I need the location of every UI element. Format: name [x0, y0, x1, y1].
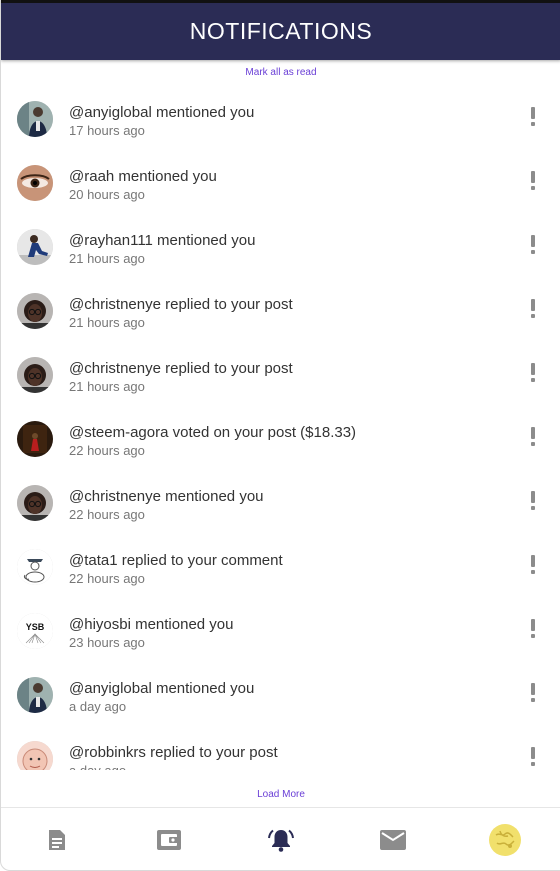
notification-time: 22 hours ago — [69, 571, 145, 586]
more-options-icon[interactable] — [525, 107, 541, 131]
notification-item[interactable]: @anyiglobal mentioned you a day ago — [1, 663, 560, 727]
more-options-icon[interactable] — [525, 747, 541, 770]
notification-time: 21 hours ago — [69, 315, 145, 330]
notification-time: 22 hours ago — [69, 507, 145, 522]
bottom-nav — [1, 807, 560, 870]
wallet-icon — [157, 829, 181, 850]
notification-time: a day ago — [69, 699, 127, 714]
more-options-icon[interactable] — [525, 619, 541, 643]
notification-text[interactable]: @robbinkrs replied to your post — [69, 744, 278, 761]
notification-time: 21 hours ago — [69, 379, 145, 394]
svg-text:YSB: YSB — [26, 622, 45, 632]
avatar[interactable] — [17, 741, 53, 770]
avatar[interactable] — [17, 101, 53, 137]
notification-time: 22 hours ago — [69, 443, 145, 458]
bell-ringing-icon — [268, 829, 294, 852]
avatar[interactable] — [17, 165, 53, 201]
avatar[interactable] — [17, 421, 53, 457]
notification-item[interactable]: @christnenye replied to your post 21 hou… — [1, 343, 560, 407]
avatar[interactable] — [17, 229, 53, 265]
nav-notifications-button[interactable] — [251, 815, 311, 865]
avatar[interactable] — [17, 357, 53, 393]
notification-text[interactable]: @tata1 replied to your comment — [69, 552, 283, 569]
notification-time: 21 hours ago — [69, 251, 145, 266]
notification-text[interactable]: @rayhan111 mentioned you — [69, 232, 255, 249]
avatar[interactable]: YSB — [17, 613, 53, 649]
notification-text[interactable]: @hiyosbi mentioned you — [69, 616, 234, 633]
profile-avatar-icon — [489, 823, 521, 856]
notification-item[interactable]: @tata1 replied to your comment 22 hours … — [1, 535, 560, 599]
load-more-link[interactable]: Load More — [1, 789, 560, 800]
notification-item[interactable]: @anyiglobal mentioned you 17 hours ago — [1, 87, 560, 151]
more-options-icon[interactable] — [525, 363, 541, 387]
notification-text[interactable]: @anyiglobal mentioned you — [69, 104, 254, 121]
mail-icon — [380, 829, 406, 850]
notification-time: 20 hours ago — [69, 187, 145, 202]
page-title: NOTIFICATIONS — [189, 18, 373, 44]
more-options-icon[interactable] — [525, 235, 541, 259]
notification-item[interactable]: YSB @hiyosbi mentioned you 23 hours ago — [1, 599, 560, 663]
avatar[interactable] — [17, 677, 53, 713]
mark-all-read-link[interactable]: Mark all as read — [1, 67, 560, 78]
notification-time: a day ago — [69, 763, 126, 770]
notifications-screen: NOTIFICATIONS Mark all as read @anyiglob… — [0, 0, 560, 871]
notification-item[interactable]: @robbinkrs replied to your post a day ag… — [1, 727, 560, 770]
more-options-icon[interactable] — [525, 171, 541, 195]
notification-text[interactable]: @raah mentioned you — [69, 168, 217, 185]
notification-item[interactable]: @rayhan111 mentioned you 21 hours ago — [1, 215, 560, 279]
more-options-icon[interactable] — [525, 555, 541, 579]
document-icon — [49, 829, 65, 850]
notification-item[interactable]: @raah mentioned you 20 hours ago — [1, 151, 560, 215]
notification-time: 17 hours ago — [69, 123, 145, 138]
notification-time: 23 hours ago — [69, 635, 145, 650]
notification-item[interactable]: @christnenye replied to your post 21 hou… — [1, 279, 560, 343]
notification-text[interactable]: @steem-agora voted on your post ($18.33) — [69, 424, 356, 441]
avatar[interactable] — [17, 549, 53, 585]
more-options-icon[interactable] — [525, 683, 541, 707]
notification-item[interactable]: @steem-agora voted on your post ($18.33)… — [1, 407, 560, 471]
more-options-icon[interactable] — [525, 427, 541, 451]
notification-text[interactable]: @christnenye mentioned you — [69, 488, 264, 505]
nav-wallet-button[interactable] — [139, 815, 199, 865]
more-options-icon[interactable] — [525, 299, 541, 323]
avatar[interactable] — [17, 485, 53, 521]
notification-text[interactable]: @anyiglobal mentioned you — [69, 680, 254, 697]
nav-profile-button[interactable] — [475, 815, 535, 865]
notification-list: @anyiglobal mentioned you 17 hours ago @… — [1, 87, 560, 770]
header-bar: NOTIFICATIONS — [1, 0, 560, 60]
notification-text[interactable]: @christnenye replied to your post — [69, 296, 293, 313]
nav-posts-button[interactable] — [27, 815, 87, 865]
notification-text[interactable]: @christnenye replied to your post — [69, 360, 293, 377]
more-options-icon[interactable] — [525, 491, 541, 515]
nav-messages-button[interactable] — [363, 815, 423, 865]
avatar[interactable] — [17, 293, 53, 329]
notification-item[interactable]: @christnenye mentioned you 22 hours ago — [1, 471, 560, 535]
